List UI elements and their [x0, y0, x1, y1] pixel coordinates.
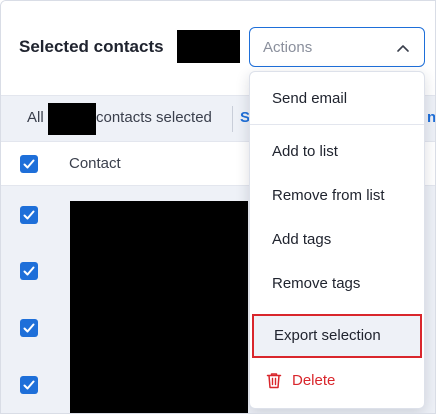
- trash-icon: [266, 373, 282, 389]
- chevron-up-icon: [397, 45, 409, 52]
- page-title: Selected contacts: [19, 37, 164, 56]
- selection-all-label: All: [27, 109, 44, 126]
- menu-item-add-to-list[interactable]: Add to list: [250, 130, 424, 174]
- menu-item-export-selection[interactable]: Export selection: [252, 314, 422, 358]
- checkmark-icon: [23, 323, 35, 333]
- menu-item-label: Add tags: [272, 231, 332, 248]
- menu-item-label: Export selection: [274, 327, 381, 344]
- selection-action-link-secondary[interactable]: n: [427, 109, 435, 126]
- actions-menu: Send email Add to list Remove from list …: [249, 71, 425, 409]
- selection-divider: [232, 106, 233, 132]
- select-all-checkbox[interactable]: [20, 155, 38, 173]
- checkmark-icon: [23, 266, 35, 276]
- menu-item-label: Remove from list: [272, 187, 385, 204]
- menu-divider: [250, 124, 424, 125]
- row-checkbox[interactable]: [20, 376, 38, 394]
- delete-label: Delete: [292, 372, 336, 389]
- menu-item-add-tags[interactable]: Add tags: [250, 218, 424, 262]
- menu-item-label: Remove tags: [272, 275, 361, 292]
- checkmark-icon: [23, 159, 35, 169]
- actions-dropdown-label: Actions: [263, 39, 313, 56]
- menu-item-remove-from-list[interactable]: Remove from list: [250, 174, 424, 218]
- checkmark-icon: [23, 380, 35, 390]
- menu-item-remove-tags[interactable]: Remove tags: [250, 262, 424, 306]
- redacted-contact-names: [70, 201, 248, 413]
- column-header-contact: Contact: [69, 155, 121, 172]
- selection-status-text: contacts selected: [96, 109, 212, 126]
- menu-item-label: Send email: [272, 90, 348, 107]
- checkmark-icon: [23, 210, 35, 220]
- menu-item-send-email[interactable]: Send email: [250, 77, 424, 121]
- selected-contacts-panel: Selected contacts Actions All contacts s…: [0, 0, 436, 414]
- redacted-selection-count: [48, 103, 96, 135]
- menu-item-delete[interactable]: Delete: [250, 359, 424, 403]
- menu-item-label: Add to list: [272, 143, 338, 160]
- row-checkbox[interactable]: [20, 206, 38, 224]
- row-checkbox[interactable]: [20, 319, 38, 337]
- actions-dropdown[interactable]: Actions: [249, 27, 425, 67]
- row-checkbox[interactable]: [20, 262, 38, 280]
- redacted-count-block: [177, 30, 240, 63]
